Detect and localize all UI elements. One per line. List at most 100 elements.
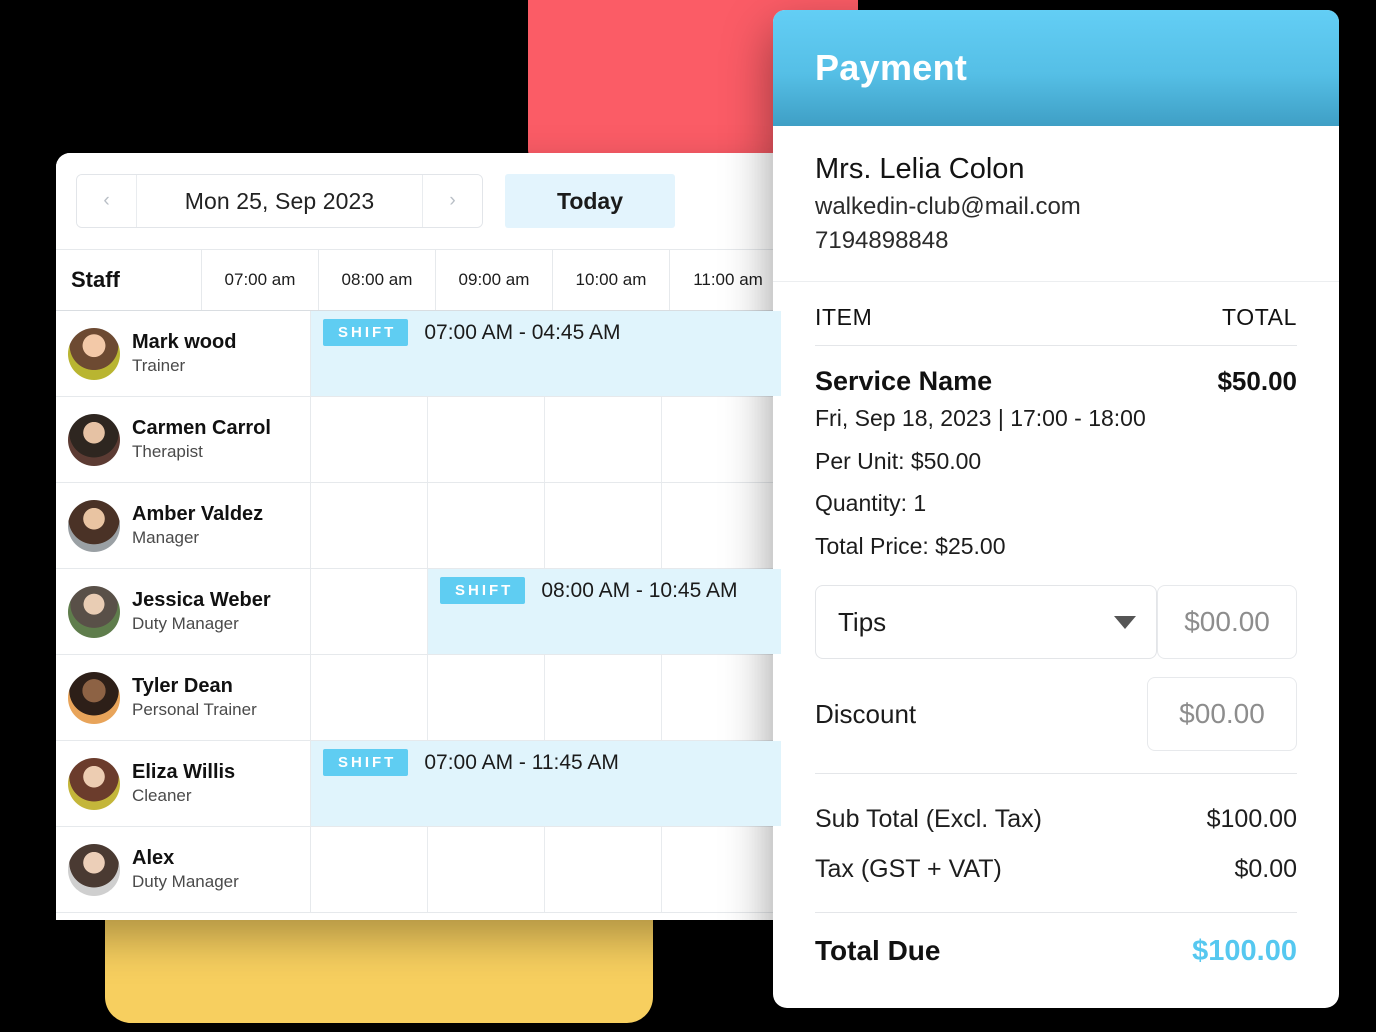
time-slot-cell[interactable] bbox=[662, 397, 779, 482]
staff-name: Amber Valdez bbox=[132, 503, 264, 526]
time-slot-cell[interactable] bbox=[428, 655, 545, 740]
chevron-left-icon[interactable]: ‹ bbox=[77, 175, 137, 227]
current-date-label[interactable]: Mon 25, Sep 2023 bbox=[137, 175, 422, 227]
time-slot-cell[interactable] bbox=[545, 311, 662, 396]
time-slot-cell[interactable] bbox=[662, 827, 779, 912]
totals-section: Sub Total (Excl. Tax) $100.00 Tax (GST +… bbox=[815, 773, 1297, 968]
payment-panel: Payment Mrs. Lelia Colon walkedin-club@m… bbox=[773, 10, 1339, 1008]
avatar bbox=[68, 327, 120, 380]
time-slot-cell[interactable] bbox=[545, 483, 662, 568]
line-item-name: Service Name bbox=[815, 366, 993, 397]
invoice-line-item: Service Name $50.00 Fri, Sep 18, 2023 | … bbox=[815, 346, 1297, 567]
column-header-staff: Staff bbox=[71, 267, 120, 292]
time-slot-cell[interactable] bbox=[545, 569, 662, 654]
schedule-grid-body: Mark wood Trainer SHIFT 07:00 AM - 04:45 AM… bbox=[56, 311, 786, 913]
staff-cell[interactable]: Alex Duty Manager bbox=[56, 827, 311, 912]
time-slot-cell[interactable] bbox=[428, 311, 545, 396]
tips-amount-box[interactable] bbox=[1157, 585, 1297, 660]
tips-label: Tips bbox=[838, 606, 887, 637]
line-item-total-price: Total Price: $25.00 bbox=[815, 532, 1006, 559]
avatar bbox=[68, 413, 120, 466]
subtotal-value: $100.00 bbox=[1206, 805, 1297, 834]
line-item-amount: $50.00 bbox=[1217, 366, 1297, 397]
staff-cell[interactable]: Carmen Carrol Therapist bbox=[56, 397, 311, 482]
column-header-total: TOTAL bbox=[1222, 304, 1297, 331]
time-slot-cell[interactable] bbox=[428, 827, 545, 912]
staff-cell[interactable]: Amber Valdez Manager bbox=[56, 483, 311, 568]
tips-row: Tips bbox=[815, 585, 1297, 660]
time-slot-cell[interactable] bbox=[545, 741, 662, 826]
staff-cell[interactable]: Jessica Weber Duty Manager bbox=[56, 569, 311, 654]
tax-row: Tax (GST + VAT) $0.00 bbox=[815, 844, 1297, 894]
staff-name: Eliza Willis bbox=[132, 761, 236, 784]
time-slot-cell[interactable] bbox=[662, 311, 779, 396]
customer-phone: 7194898848 bbox=[815, 226, 949, 254]
staff-schedule-row: Tyler Dean Personal Trainer bbox=[56, 655, 786, 741]
staff-cell[interactable]: Tyler Dean Personal Trainer bbox=[56, 655, 311, 740]
line-item-quantity: Quantity: 1 bbox=[815, 490, 927, 517]
time-slot-cell[interactable] bbox=[428, 741, 545, 826]
staff-name: Mark wood bbox=[132, 331, 237, 354]
time-slot-cell[interactable] bbox=[311, 655, 428, 740]
time-slot-cells bbox=[311, 483, 786, 568]
staff-schedule-row: Amber Valdez Manager bbox=[56, 483, 786, 569]
staff-role: Duty Manager bbox=[132, 871, 239, 891]
time-slot-cell[interactable] bbox=[311, 397, 428, 482]
staff-schedule-row: Mark wood Trainer SHIFT 07:00 AM - 04:45 AM bbox=[56, 311, 786, 397]
avatar bbox=[68, 499, 120, 552]
time-slot-cell[interactable] bbox=[662, 741, 779, 826]
staff-cell[interactable]: Mark wood Trainer bbox=[56, 311, 311, 396]
time-slot-cell[interactable] bbox=[311, 827, 428, 912]
customer-name: Mrs. Lelia Colon bbox=[815, 153, 1025, 185]
time-slot-cells bbox=[311, 827, 786, 912]
time-slot-header: 09:00 am bbox=[435, 250, 552, 310]
chevron-right-icon[interactable]: › bbox=[422, 175, 482, 227]
total-due-row: Total Due $100.00 bbox=[815, 912, 1297, 968]
time-slot-cells bbox=[311, 655, 786, 740]
line-item-per-unit: Per Unit: $50.00 bbox=[815, 447, 982, 474]
time-slot-cell[interactable] bbox=[662, 483, 779, 568]
time-slot-cell[interactable] bbox=[311, 569, 428, 654]
staff-role: Trainer bbox=[132, 355, 186, 375]
staff-cell[interactable]: Eliza Willis Cleaner bbox=[56, 741, 311, 826]
total-due-label: Total Due bbox=[815, 935, 941, 967]
discount-amount-input[interactable] bbox=[1148, 698, 1296, 731]
date-navigator: ‹ Mon 25, Sep 2023 › bbox=[76, 174, 483, 228]
time-slot-cell[interactable] bbox=[428, 397, 545, 482]
tax-value: $0.00 bbox=[1234, 855, 1297, 884]
customer-block: Mrs. Lelia Colon walkedin-club@mail.com … bbox=[773, 126, 1339, 283]
time-slot-cell[interactable] bbox=[662, 655, 779, 740]
time-slot-cell[interactable] bbox=[545, 397, 662, 482]
time-slot-header: 10:00 am bbox=[552, 250, 669, 310]
time-slot-cell[interactable] bbox=[311, 311, 428, 396]
today-button[interactable]: Today bbox=[505, 174, 675, 228]
avatar bbox=[68, 671, 120, 724]
time-slot-cell[interactable] bbox=[545, 827, 662, 912]
adjustments-section: Tips Discount bbox=[815, 585, 1297, 752]
payment-header: Payment bbox=[773, 10, 1339, 126]
time-slot-cell[interactable] bbox=[428, 569, 545, 654]
subtotal-label: Sub Total (Excl. Tax) bbox=[815, 805, 1042, 834]
staff-name: Tyler Dean bbox=[132, 675, 233, 698]
time-slot-cells: SHIFT 07:00 AM - 04:45 AM bbox=[311, 311, 786, 396]
time-slot-cell[interactable] bbox=[545, 655, 662, 740]
staff-name: Alex bbox=[132, 847, 175, 870]
time-slot-cell[interactable] bbox=[662, 569, 779, 654]
time-slot-header: 11:00 am bbox=[669, 250, 786, 310]
total-due-value: $100.00 bbox=[1192, 935, 1297, 968]
time-slot-cells: SHIFT 08:00 AM - 10:45 AM bbox=[311, 569, 786, 654]
staff-role: Duty Manager bbox=[132, 613, 239, 633]
screenshot-stage: ‹ Mon 25, Sep 2023 › Today Staff 07:00 a… bbox=[0, 0, 1376, 1032]
time-slot-cell[interactable] bbox=[311, 741, 428, 826]
line-item-schedule: Fri, Sep 18, 2023 | 17:00 - 18:00 bbox=[815, 405, 1146, 432]
avatar bbox=[68, 757, 120, 810]
payment-title: Payment bbox=[815, 47, 968, 88]
tips-amount-input[interactable] bbox=[1158, 606, 1296, 639]
customer-email: walkedin-club@mail.com bbox=[815, 193, 1081, 221]
time-slot-cell[interactable] bbox=[428, 483, 545, 568]
time-slot-cell[interactable] bbox=[311, 483, 428, 568]
discount-amount-box[interactable] bbox=[1147, 677, 1297, 752]
time-slot-header: 08:00 am bbox=[318, 250, 435, 310]
tips-dropdown[interactable]: Tips bbox=[815, 585, 1158, 660]
time-slot-header: 07:00 am bbox=[201, 250, 318, 310]
